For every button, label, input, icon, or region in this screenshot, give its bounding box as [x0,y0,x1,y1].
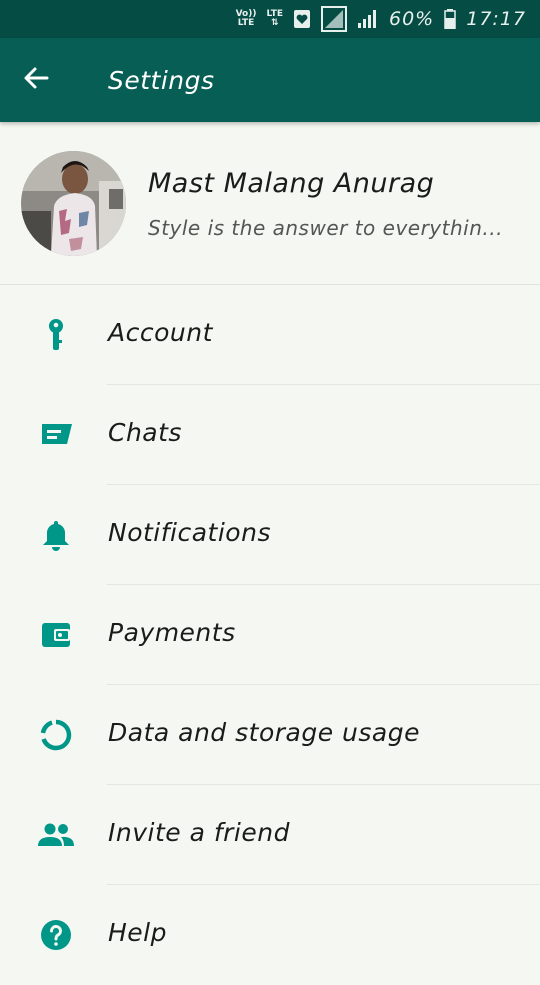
battery-percentage: 60% [389,8,435,30]
chat-icon [36,418,76,452]
notification-heart-icon [293,9,311,29]
profile-status: Style is the answer to everythin... [148,216,503,240]
menu-label: Invite a friend [108,818,290,847]
menu-item-data-storage[interactable]: Data and storage usage [0,685,540,785]
arrow-left-icon [23,65,49,95]
settings-menu: Account Chats Notifications Payments Dat… [0,285,540,985]
signal-sim1-icon [321,6,347,32]
bell-icon [36,518,76,552]
profile-row[interactable]: Mast Malang Anurag Style is the answer t… [0,124,540,284]
battery-icon [444,9,456,29]
status-bar: Vo)) LTE LTE ⇅ 60% 17:17 [0,0,540,38]
menu-label: Help [108,918,167,947]
menu-item-payments[interactable]: Payments [0,585,540,685]
key-icon [36,318,76,352]
avatar[interactable] [21,151,126,256]
data-usage-icon [36,718,76,752]
menu-item-help[interactable]: Help [0,885,540,985]
menu-item-notifications[interactable]: Notifications [0,485,540,585]
wallet-icon [36,618,76,652]
back-button[interactable] [0,38,72,122]
app-toolbar: Settings [0,38,540,122]
menu-item-invite[interactable]: Invite a friend [0,785,540,885]
clock: 17:17 [466,8,526,30]
menu-label: Notifications [108,518,271,547]
menu-label: Payments [108,618,236,647]
help-icon [36,918,76,952]
menu-label: Data and storage usage [108,718,420,747]
lte-indicator: LTE ⇅ [266,9,283,28]
menu-item-account[interactable]: Account [0,285,540,385]
people-icon [36,818,76,852]
menu-item-chats[interactable]: Chats [0,385,540,485]
page-title: Settings [108,65,215,95]
menu-label: Chats [108,418,182,447]
signal-bars-icon [357,9,379,29]
volte-indicator: Vo)) LTE [235,9,257,28]
profile-name: Mast Malang Anurag [148,168,435,199]
menu-label: Account [108,318,213,347]
